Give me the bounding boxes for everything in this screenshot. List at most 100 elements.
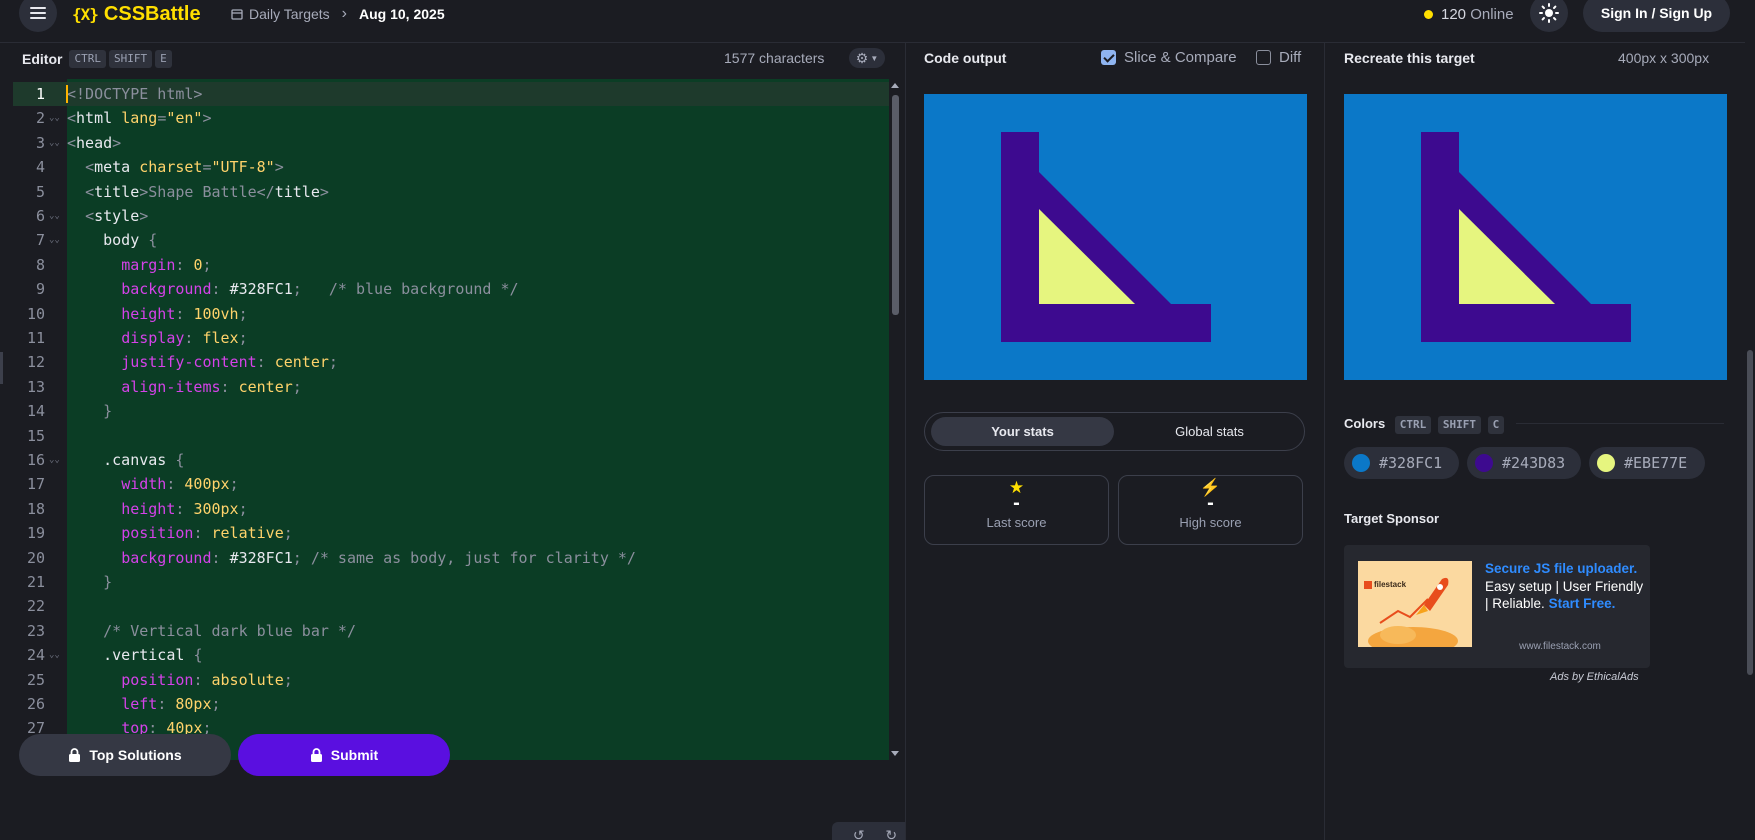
fold-chevron-icon[interactable]: ⌄⌄ xyxy=(49,228,60,252)
side-handle[interactable] xyxy=(0,352,3,384)
fold-chevron-icon[interactable]: ⌄⌄ xyxy=(49,131,60,155)
last-score-value: - xyxy=(1013,492,1020,514)
online-indicator: 120 Online xyxy=(1424,4,1514,24)
code-line[interactable]: 25 position: absolute; xyxy=(13,668,889,692)
top-solutions-button[interactable]: Top Solutions xyxy=(19,734,231,776)
editor-scrollbar[interactable] xyxy=(889,79,902,760)
tab-your-stats[interactable]: Your stats xyxy=(931,417,1114,446)
color-hex: #328FC1 xyxy=(1379,454,1443,472)
fold-chevron-icon[interactable]: ⌄⌄ xyxy=(49,643,60,667)
sponsor-text: Secure JS file uploader. Easy setup | Us… xyxy=(1485,560,1645,613)
code-line[interactable]: 12 justify-content: center; xyxy=(13,350,889,374)
shortcut-key: SHIFT xyxy=(1437,416,1482,434)
code-line[interactable]: 9 background: #328FC1; /* blue backgroun… xyxy=(13,277,889,301)
code-text: } xyxy=(103,402,113,421)
line-number: 7 xyxy=(35,231,45,250)
theme-toggle-button[interactable] xyxy=(1530,0,1568,32)
line-number: 26 xyxy=(26,695,45,713)
fold-chevron-icon[interactable]: ⌄⌄ xyxy=(49,204,60,228)
code-line[interactable]: 2 ⌄⌄ <html lang="en"> xyxy=(13,106,889,130)
slice-compare-label: Slice & Compare xyxy=(1124,49,1237,66)
checkbox-unchecked-icon[interactable] xyxy=(1256,50,1271,65)
color-chip[interactable]: #328FC1 xyxy=(1344,447,1459,479)
code-line[interactable]: 18 height: 300px; xyxy=(13,497,889,521)
code-line[interactable]: 1 <!DOCTYPE html> xyxy=(13,82,889,107)
high-score-value: - xyxy=(1207,492,1214,514)
lock-icon xyxy=(310,747,322,762)
hamburger-icon xyxy=(30,7,46,19)
submit-button[interactable]: Submit xyxy=(238,734,450,776)
code-text: <html lang="en"> xyxy=(67,109,212,128)
target-canvas[interactable] xyxy=(1344,94,1727,380)
line-number: 4 xyxy=(35,158,45,177)
code-line[interactable]: 10 height: 100vh; xyxy=(13,302,889,326)
code-line[interactable]: 23 /* Vertical dark blue bar */ xyxy=(13,619,889,643)
color-chip[interactable]: #243D83 xyxy=(1467,447,1581,479)
code-text: <style> xyxy=(85,207,149,225)
code-line[interactable]: 6 ⌄⌄ <style> xyxy=(13,204,889,228)
undo-icon[interactable]: ↺ xyxy=(853,827,865,840)
chevron-right-icon: › xyxy=(341,5,347,22)
editor-settings-button[interactable]: ⚙ ▼ xyxy=(849,48,885,68)
fold-chevron-icon[interactable]: ⌄⌄ xyxy=(49,106,60,130)
page-scrollbar[interactable] xyxy=(1745,0,1755,840)
fold-chevron-icon[interactable]: ⌄⌄ xyxy=(49,448,60,472)
color-chip[interactable]: #EBE77E xyxy=(1589,447,1705,479)
online-dot-icon xyxy=(1424,9,1433,19)
top-solutions-label: Top Solutions xyxy=(89,747,182,763)
code-line[interactable]: 17 width: 400px; xyxy=(13,472,889,496)
code-line[interactable]: 11 display: flex; xyxy=(13,326,889,350)
page-scrollbar-thumb[interactable] xyxy=(1747,350,1753,675)
online-count: 120 xyxy=(1441,5,1467,23)
code-text: align-items: center; xyxy=(121,377,302,396)
code-line[interactable]: 15 xyxy=(13,424,889,448)
color-hex: #EBE77E xyxy=(1624,454,1688,472)
shortcut-key: C xyxy=(1487,416,1505,434)
code-output-canvas[interactable] xyxy=(924,94,1307,380)
color-hex: #243D83 xyxy=(1502,454,1566,472)
code-editor[interactable]: 1 <!DOCTYPE html> 2 ⌄⌄ <html lang="en"> 3 ⌄⌄ <h… xyxy=(13,79,902,760)
code-line[interactable]: 21 } xyxy=(13,570,889,594)
code-line[interactable]: 14 } xyxy=(13,399,889,423)
sponsor-ad[interactable]: filestack Secure JS file uploader. Easy … xyxy=(1344,545,1650,668)
code-line[interactable]: 22 xyxy=(13,594,889,618)
code-line[interactable]: 13 align-items: center; xyxy=(13,375,889,399)
code-line[interactable]: 24 ⌄⌄ .vertical { xyxy=(13,643,889,667)
code-line[interactable]: 19 position: relative; xyxy=(13,521,889,545)
slice-compare-toggle[interactable]: Slice & Compare xyxy=(1101,49,1237,66)
code-line[interactable]: 4 <meta charset="UTF-8"> xyxy=(13,155,889,179)
code-text: } xyxy=(103,573,113,591)
text-caret xyxy=(66,85,68,103)
line-number: 20 xyxy=(26,548,45,567)
scrollbar-thumb[interactable] xyxy=(892,95,899,315)
tab-global-stats[interactable]: Global stats xyxy=(1118,417,1301,446)
code-line[interactable]: 5 <title>Shape Battle</title> xyxy=(13,180,889,204)
code-line[interactable]: 7 ⌄⌄ body { xyxy=(13,228,889,252)
line-number: 1 xyxy=(35,85,45,103)
checkbox-checked-icon[interactable] xyxy=(1101,50,1116,65)
code-line[interactable]: 16 ⌄⌄ .canvas { xyxy=(13,448,889,472)
logo[interactable]: {X} CSSBattle xyxy=(72,1,201,27)
code-line[interactable]: 26 left: 80px; xyxy=(13,692,889,716)
shortcut-key: SHIFT xyxy=(108,50,153,68)
calendar-icon xyxy=(231,9,243,20)
redo-icon[interactable]: ↻ xyxy=(885,827,897,840)
code-text: position: relative; xyxy=(121,524,293,543)
submit-label: Submit xyxy=(330,747,379,763)
code-line[interactable]: 20 background: #328FC1; /* same as body,… xyxy=(13,546,889,570)
ads-by-label[interactable]: Ads by EthicalAds xyxy=(1550,671,1639,683)
scroll-down-icon[interactable] xyxy=(891,751,899,756)
code-line[interactable]: 3 ⌄⌄ <head> xyxy=(13,131,889,155)
line-number: 18 xyxy=(26,499,45,518)
sponsor-cta[interactable]: Start Free. xyxy=(1549,596,1616,611)
code-line[interactable]: 8 margin: 0; xyxy=(13,253,889,277)
sign-in-button[interactable]: Sign In / Sign Up xyxy=(1583,0,1730,32)
code-text: margin: 0; xyxy=(121,255,212,274)
scroll-up-icon[interactable] xyxy=(891,83,899,88)
line-number: 11 xyxy=(26,329,45,347)
diff-toggle[interactable]: Diff xyxy=(1256,49,1301,66)
menu-button[interactable] xyxy=(19,0,57,32)
line-number: 2 xyxy=(35,109,45,128)
breadcrumb-daily-targets[interactable]: Daily Targets xyxy=(249,6,330,22)
shortcut-key: E xyxy=(155,50,172,68)
